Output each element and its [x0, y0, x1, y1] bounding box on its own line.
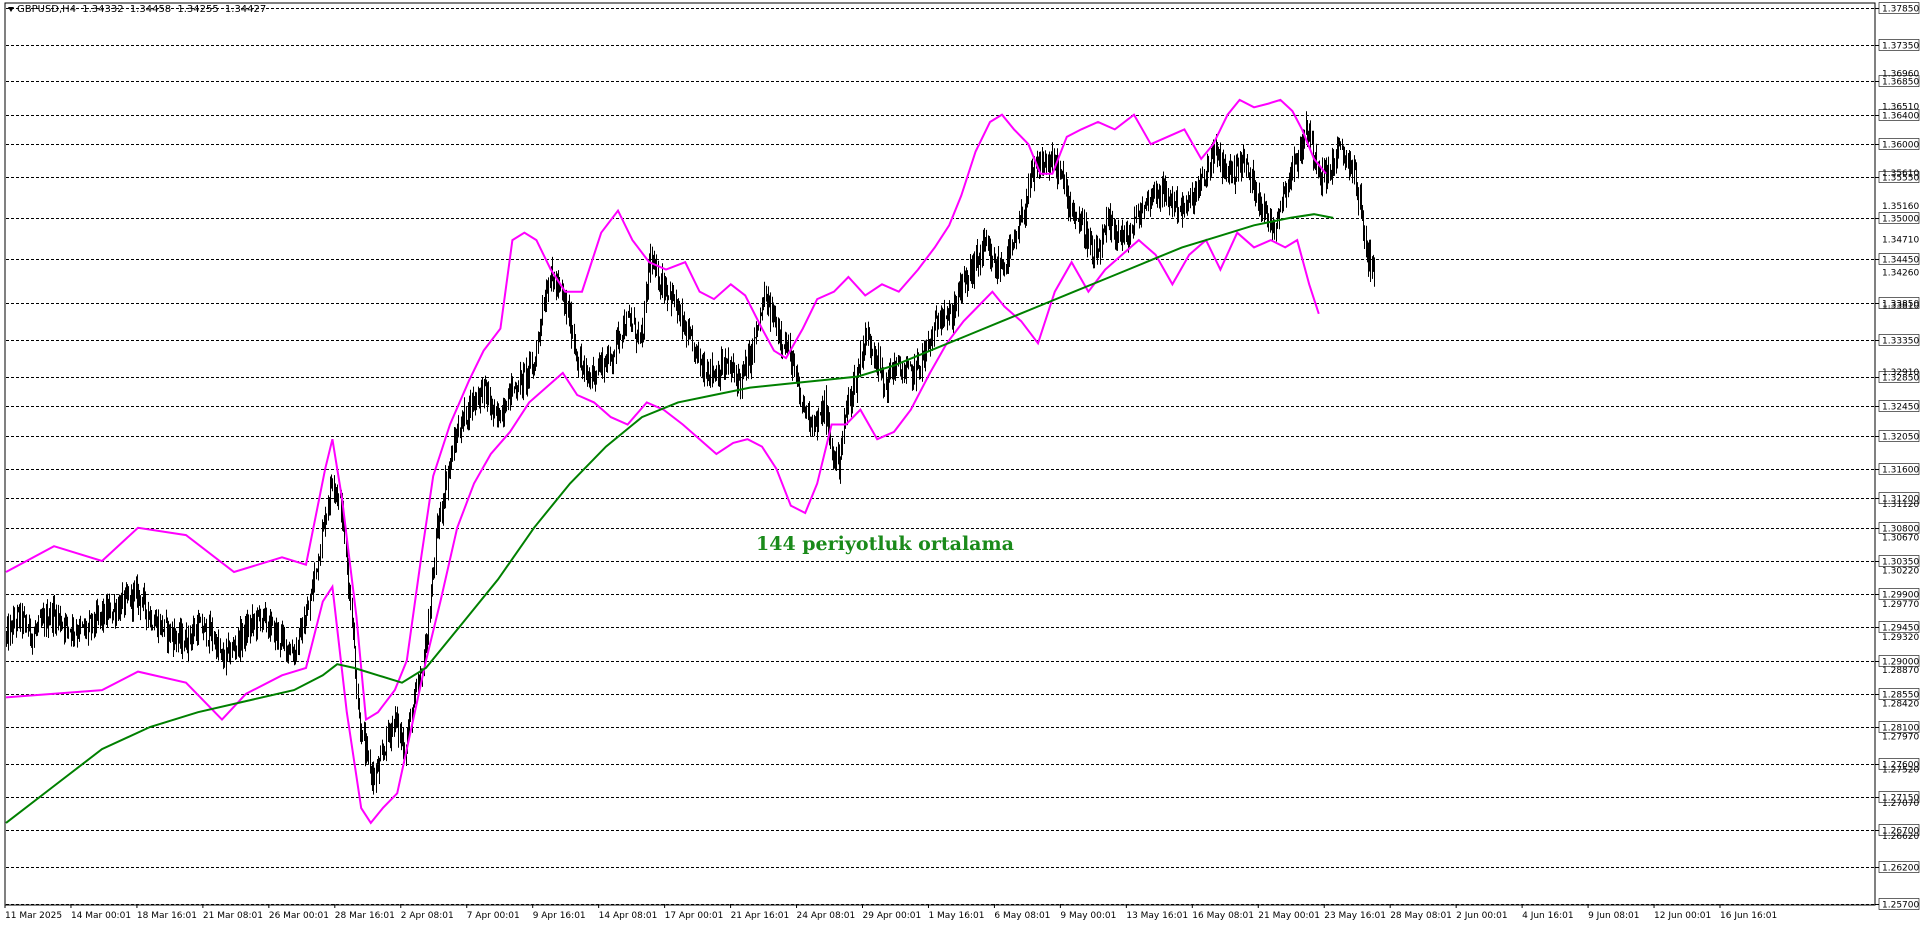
price-label-minor: 1.30220 [1882, 567, 1919, 577]
time-label: 16 May 08:01 [1192, 911, 1254, 921]
price-label-minor: 1.34260 [1882, 269, 1919, 279]
time-label: 2 Jun 00:01 [1456, 911, 1507, 921]
price-axis[interactable]: 1.378501.373501.368501.364001.360001.355… [1875, 2, 1919, 911]
plot-border [4, 2, 1876, 906]
time-label: 16 Jun 16:01 [1720, 911, 1777, 921]
price-label-minor: 1.29770 [1882, 600, 1919, 610]
price-label: 1.33350 [1882, 337, 1919, 347]
price-label: 1.32050 [1882, 433, 1919, 443]
price-label: 1.32450 [1882, 403, 1919, 413]
time-label: 9 May 00:01 [1060, 911, 1116, 921]
price-label: 1.37850 [1882, 5, 1919, 15]
ma-annotation-label: 144 periyotluk ortalama [756, 533, 1014, 555]
time-label: 9 Jun 08:01 [1588, 911, 1639, 921]
time-label: 2 Apr 08:01 [401, 911, 454, 921]
time-label: 7 Apr 00:01 [467, 911, 520, 921]
time-label: 26 Mar 00:01 [269, 911, 329, 921]
price-label-minor: 1.27070 [1882, 799, 1919, 809]
price-label-minor: 1.30670 [1882, 533, 1919, 543]
time-label: 21 Apr 16:01 [731, 911, 790, 921]
price-label-minor: 1.35160 [1882, 202, 1919, 212]
price-label-minor: 1.36510 [1882, 103, 1919, 113]
time-axis[interactable]: 11 Mar 2025 14 Mar 00:01 18 Mar 16:01 21 Ma… [4, 904, 1777, 921]
candles [6, 111, 1375, 795]
price-label: 1.31600 [1882, 466, 1919, 476]
price-label: 1.36400 [1882, 112, 1919, 122]
price-label-minor: 1.28420 [1882, 699, 1919, 709]
time-label: 18 Mar 16:01 [137, 911, 197, 921]
price-chart[interactable]: 1.378501.373501.368501.364001.360001.355… [0, 0, 1920, 927]
price-label-minor: 1.28870 [1882, 666, 1919, 676]
price-label: 1.36000 [1882, 141, 1919, 151]
price-label-minor: 1.26620 [1882, 832, 1919, 842]
time-label: 6 May 08:01 [994, 911, 1050, 921]
moving-average-144-line [5, 213, 1334, 824]
price-label-minor: 1.32910 [1882, 368, 1919, 378]
time-label: 11 Mar 2025 [5, 911, 62, 921]
time-label: 21 Mar 08:01 [203, 911, 263, 921]
price-label-minor: 1.35610 [1882, 169, 1919, 179]
price-label-minor: 1.33810 [1882, 302, 1919, 312]
price-label: 1.37350 [1882, 42, 1919, 52]
price-label-minor: 1.27520 [1882, 766, 1919, 776]
time-label: 13 May 16:01 [1126, 911, 1188, 921]
time-label: 23 May 16:01 [1324, 911, 1386, 921]
bollinger-lower-line [5, 231, 1320, 825]
time-label: 1 May 16:01 [928, 911, 984, 921]
price-label-minor: 1.27970 [1882, 733, 1919, 743]
time-label: 17 Apr 00:01 [665, 911, 724, 921]
time-label: 24 Apr 08:01 [797, 911, 856, 921]
price-label: 1.26200 [1882, 864, 1919, 874]
time-label: 4 Jun 16:01 [1522, 911, 1573, 921]
chart-window[interactable]: GBPUSD,H4 1.34332 1.34458 1.34255 1.3442… [0, 0, 1920, 927]
time-label: 29 Apr 00:01 [863, 911, 922, 921]
price-label-minor: 1.31120 [1882, 500, 1919, 510]
price-label: 1.25700 [1882, 901, 1919, 911]
time-label: 14 Apr 08:01 [599, 911, 658, 921]
price-label-minor: 1.34710 [1882, 235, 1919, 245]
price-label-minor: 1.36960 [1882, 69, 1919, 79]
time-label: 14 Mar 00:01 [71, 911, 131, 921]
price-label: 1.35000 [1882, 215, 1919, 225]
grid-lines [6, 8, 1874, 905]
time-label: 9 Apr 16:01 [533, 911, 586, 921]
price-label: 1.34450 [1882, 256, 1919, 266]
time-label: 12 Jun 00:01 [1654, 911, 1711, 921]
time-label: 28 Mar 16:01 [335, 911, 395, 921]
price-label-minor: 1.29320 [1882, 633, 1919, 643]
time-label: 21 May 00:01 [1258, 911, 1320, 921]
time-label: 28 May 08:01 [1390, 911, 1452, 921]
